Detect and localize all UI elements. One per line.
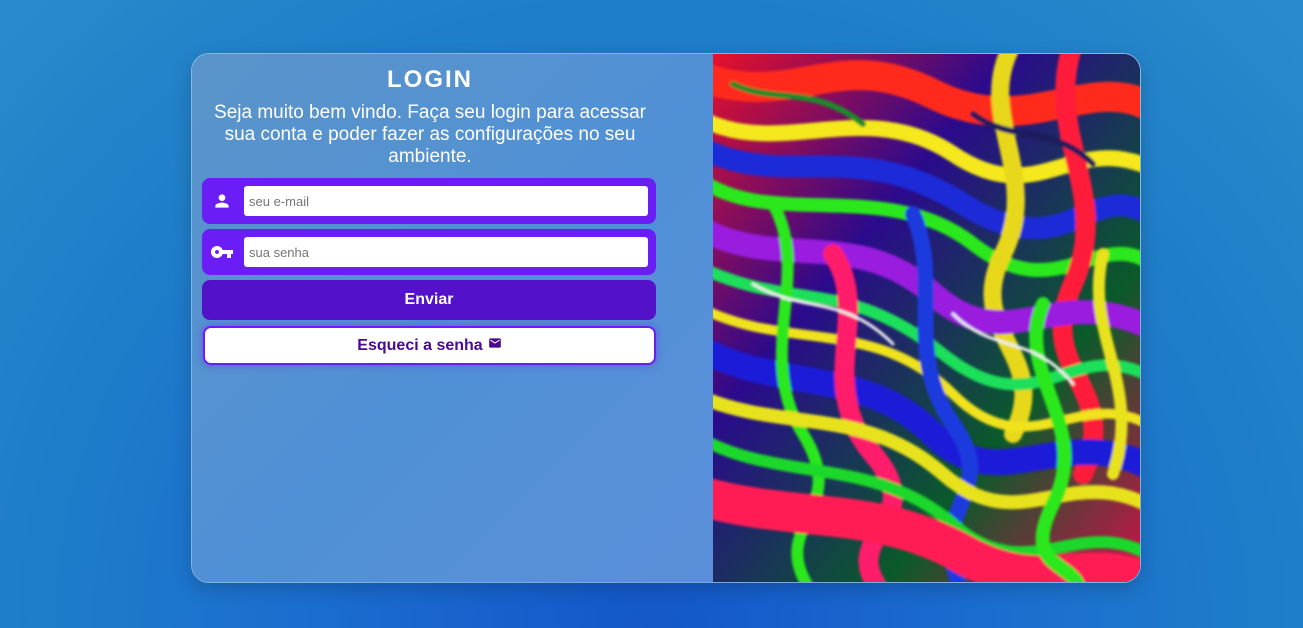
- forgot-password-button[interactable]: Esqueci a senha: [203, 326, 656, 365]
- person-icon: [202, 178, 242, 224]
- submit-button[interactable]: Enviar: [202, 280, 656, 320]
- key-icon: [202, 229, 242, 275]
- password-field-group: [202, 229, 656, 275]
- login-card: LOGIN Seja muito bem vindo. Faça seu log…: [191, 53, 1141, 583]
- forgot-password-label: Esqueci a senha: [357, 336, 483, 354]
- email-field-group: [202, 178, 656, 224]
- fluid-art-image: [712, 54, 1140, 582]
- password-input[interactable]: [244, 237, 648, 267]
- email-input[interactable]: [244, 186, 648, 216]
- mail-icon: [488, 336, 502, 350]
- page-title: LOGIN: [387, 66, 473, 93]
- login-panel: LOGIN Seja muito bem vindo. Faça seu log…: [192, 54, 713, 582]
- welcome-text: Seja muito bem vindo. Faça seu login par…: [214, 102, 646, 167]
